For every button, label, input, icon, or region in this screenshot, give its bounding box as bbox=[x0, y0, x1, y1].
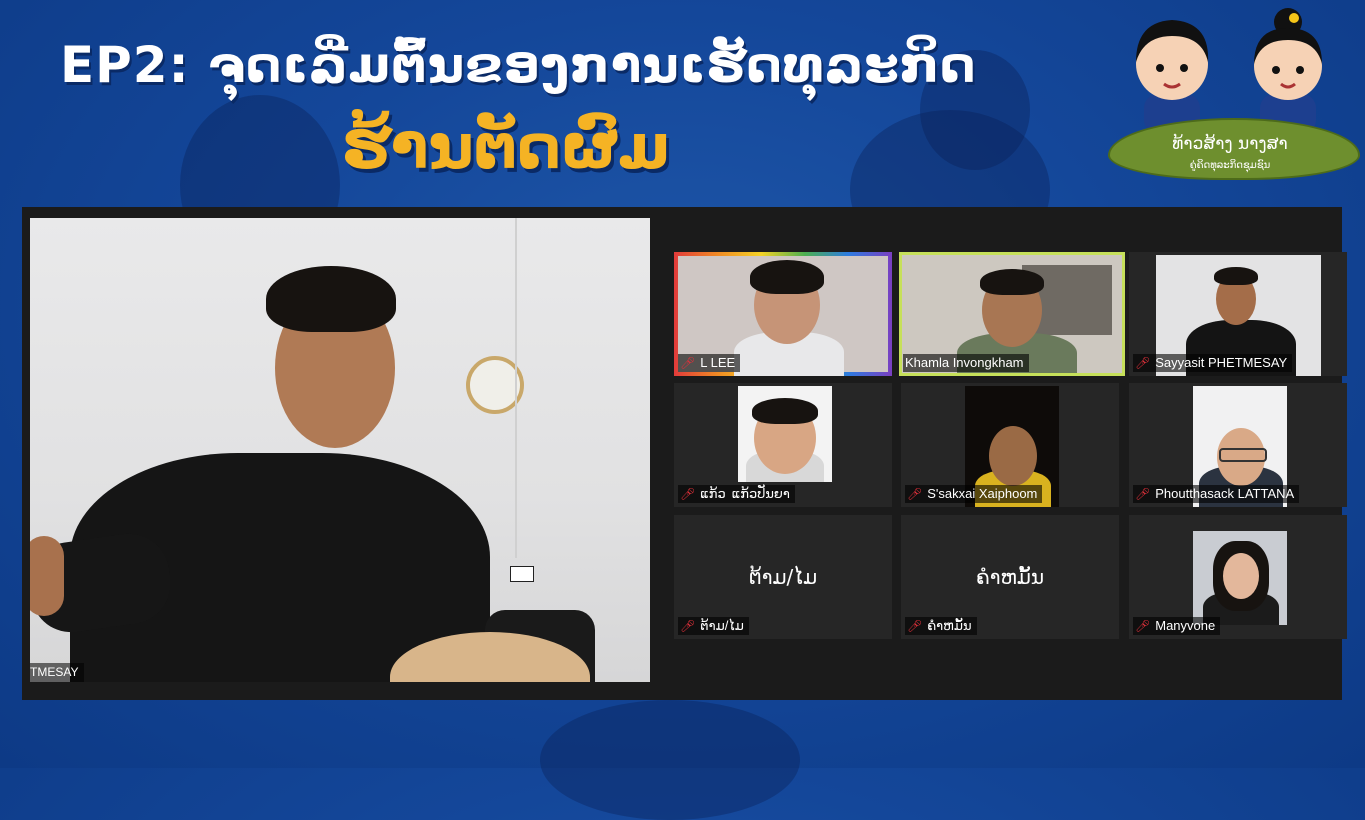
participant-name: 🎤︎ S'sakxai Xaiphoom bbox=[905, 485, 1043, 503]
mic-muted-icon: 🎤︎ bbox=[680, 619, 696, 633]
participant-tile[interactable]: 🎤︎ ແກ້ວ ແກ້ວປັນຍາ bbox=[674, 383, 892, 507]
participant-name: 🎤︎ ຄໍາຫມັ້ນ bbox=[905, 617, 977, 635]
video-call-window: TMESAY 🎤︎ L LEE Khamla Invongkham 🎤︎ Sayya… bbox=[22, 207, 1347, 700]
participant-name: 🎤︎ Manyvone bbox=[1133, 617, 1221, 635]
participant-name: 🎤︎ ຕ້າມ/ໄມ bbox=[678, 617, 749, 635]
speaker-hand bbox=[30, 536, 64, 616]
mic-muted-icon: 🎤︎ bbox=[680, 487, 696, 501]
mic-muted-icon: 🎤︎ bbox=[1135, 356, 1151, 370]
participant-center-name: ຕ້າມ/ໄມ bbox=[748, 565, 818, 589]
wall-line bbox=[515, 218, 517, 558]
mic-muted-icon: 🎤︎ bbox=[1135, 487, 1151, 501]
background-figure bbox=[540, 700, 800, 820]
speaker-hair bbox=[266, 266, 396, 332]
participant-video bbox=[738, 386, 832, 482]
participant-name: 🎤︎ ແກ້ວ ແກ້ວປັນຍາ bbox=[678, 485, 795, 503]
brand-logo: ທ້າວສ້າງ ນາງສາ ຄູ່ຄິດທຸລະກິດຊຸມຊົນ bbox=[1100, 6, 1360, 186]
participant-name: 🎤︎ Sayyasit PHETMESAY bbox=[1133, 354, 1293, 372]
mic-muted-icon: 🎤︎ bbox=[907, 619, 923, 633]
mic-muted-icon: 🎤︎ bbox=[1135, 619, 1151, 633]
mascot-boy-icon bbox=[1136, 20, 1209, 134]
active-speaker-video[interactable]: TMESAY bbox=[30, 218, 650, 682]
participant-name: 🎤︎ L LEE bbox=[678, 354, 741, 372]
logo-tagline: ຄູ່ຄິດທຸລະກິດຊຸມຊົນ bbox=[1189, 160, 1271, 171]
participant-tile[interactable]: ຕ້າມ/ໄມ 🎤︎ ຕ້າມ/ໄມ bbox=[674, 515, 892, 639]
episode-subtitle: ຮ້ານຕັດຜົມ bbox=[342, 110, 671, 183]
participant-tile[interactable]: 🎤︎ Manyvone bbox=[1129, 515, 1347, 639]
mic-muted-icon: 🎤︎ bbox=[680, 356, 696, 370]
participant-tile[interactable]: 🎤︎ Phoutthasack LATTANA bbox=[1129, 383, 1347, 507]
participant-tile[interactable]: ຄໍາຫມັ້ນ 🎤︎ ຄໍາຫມັ້ນ bbox=[901, 515, 1119, 639]
participant-tile[interactable]: 🎤︎ Sayyasit PHETMESAY bbox=[1129, 252, 1347, 376]
participant-tile[interactable]: 🎤︎ S'sakxai Xaiphoom bbox=[901, 383, 1119, 507]
wall-socket bbox=[510, 566, 534, 582]
episode-title: EP2: ຈຸດເລີ່ມຕົ້ນຂອງການເຮັດທຸລະກິດ bbox=[60, 36, 977, 94]
participant-video bbox=[1193, 531, 1287, 625]
mic-muted-icon: 🎤︎ bbox=[907, 487, 923, 501]
logo-name: ທ້າວສ້າງ ນາງສາ bbox=[1172, 134, 1288, 154]
participant-tile[interactable]: Khamla Invongkham bbox=[899, 252, 1125, 376]
active-speaker-label: TMESAY bbox=[30, 663, 85, 682]
mascot-girl-icon bbox=[1254, 8, 1322, 134]
participant-name: Khamla Invongkham bbox=[903, 354, 1029, 372]
participant-name: 🎤︎ Phoutthasack LATTANA bbox=[1133, 485, 1300, 503]
participant-center-name: ຄໍາຫມັ້ນ bbox=[975, 565, 1045, 589]
participant-tile[interactable]: 🎤︎ L LEE bbox=[674, 252, 892, 376]
